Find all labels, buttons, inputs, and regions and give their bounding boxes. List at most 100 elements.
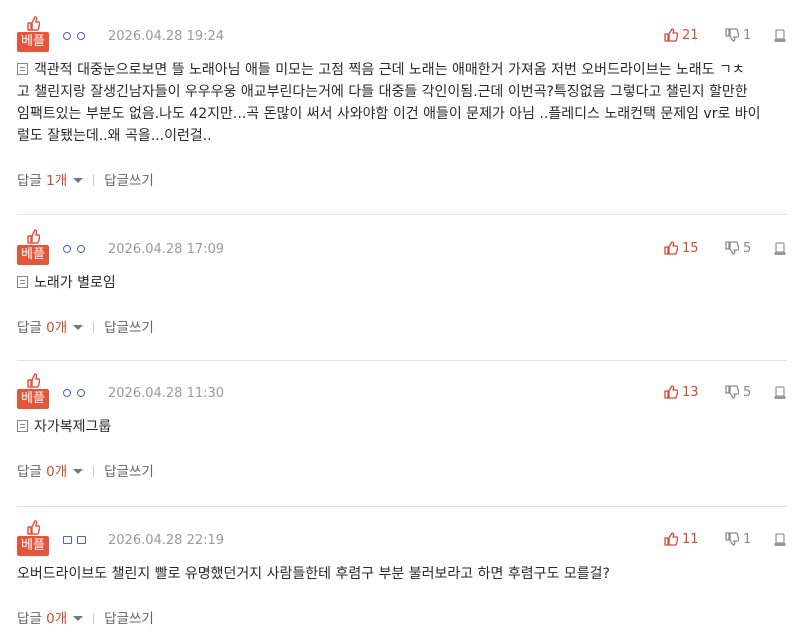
comment-line: 자가복제그룹 [17,416,787,438]
comment-line: 객관적 대중눈으로보면 뜰 노래아님 애들 미모는 고점 찍음 근데 노래는 애… [17,59,787,81]
reply-count: 1개 [46,173,68,189]
memo-icon [17,63,28,75]
reply-count: 0개 [46,320,68,336]
best-label: 베플 [17,536,49,556]
dislike-count: 1 [743,532,752,547]
thumb-up-icon [664,532,682,547]
comment-divider [17,506,787,507]
chevron-down-icon [73,178,84,183]
like-button[interactable]: 21 [664,28,699,43]
write-reply-link[interactable]: 답글쓰기 [104,464,154,480]
like-button[interactable]: 15 [664,241,699,256]
thumb-down-icon [725,241,743,256]
dislike-button[interactable]: 1 [725,28,751,43]
comment-body: 자가복제그룹 [17,416,787,438]
nick-mark-icon [77,32,85,40]
comment-header: 베플 2026.04.28 17:09 15 5 [17,228,787,272]
best-badge: 베플 [17,519,49,563]
divider [93,613,95,624]
write-reply-link[interactable]: 답글쓰기 [104,173,154,189]
chevron-down-icon [73,469,84,474]
dislike-button[interactable]: 5 [725,385,751,400]
dislike-count: 1 [743,28,752,43]
thumb-down-icon [725,28,743,43]
comment-body: 객관적 대중눈으로보면 뜰 노래아님 애들 미모는 고점 찍음 근데 노래는 애… [17,59,787,147]
comment-header: 베플 2026.04.28 22:19 11 1 [17,519,787,563]
comment-line: 럴도 잘됐는데..왜 곡을...이런걸.. [17,128,212,144]
like-count: 13 [682,385,699,400]
comment-footer: 답글 0개 답글쓰기 [17,460,154,480]
comment-date: 2026.04.28 11:30 [108,386,225,401]
nick-mark-icon [77,245,85,253]
nick-mark-icon [77,536,86,544]
like-button[interactable]: 13 [664,385,699,400]
like-count: 21 [682,28,699,43]
dislike-count: 5 [743,241,752,256]
best-label: 베플 [17,32,49,52]
comment-divider [17,214,787,215]
divider [93,175,95,186]
reply-label: 답글 [17,320,42,336]
best-thumb-icon [26,372,41,388]
reply-toggle[interactable]: 답글 0개 [17,320,84,336]
best-thumb-icon [26,519,41,535]
comment-header: 베플 2026.04.28 19:24 21 1 [17,15,787,59]
like-count: 11 [682,532,699,547]
best-label: 베플 [17,389,49,409]
best-badge: 베플 [17,15,49,59]
chevron-down-icon [73,616,84,621]
nickname-mask[interactable] [63,534,89,548]
best-thumb-icon [26,15,41,31]
nick-mark-icon [63,245,71,253]
memo-icon [17,420,28,432]
thumb-up-icon [664,28,682,43]
reply-label: 답글 [17,611,42,627]
write-reply-link[interactable]: 답글쓰기 [104,320,154,336]
comment-date: 2026.04.28 22:19 [108,533,225,548]
reply-toggle[interactable]: 답글 0개 [17,611,84,627]
comment-footer: 답글 0개 답글쓰기 [17,607,154,627]
dislike-button[interactable]: 5 [725,241,751,256]
dislike-count: 5 [743,385,752,400]
comment-header: 베플 2026.04.28 11:30 13 5 [17,372,787,416]
report-icon[interactable] [774,385,786,399]
nick-mark-icon [63,536,72,544]
like-count: 15 [682,241,699,256]
report-icon[interactable] [774,532,786,546]
comment-line: 오버드라이브도 챌린지 빨로 유명했던거지 사람들한테 후렴구 부분 불러보라고… [17,566,610,582]
best-label: 베플 [17,245,49,265]
like-button[interactable]: 11 [664,532,699,547]
reply-toggle[interactable]: 답글 1개 [17,173,84,189]
comment-footer: 답글 0개 답글쓰기 [17,316,154,336]
divider [93,322,95,333]
comment-date: 2026.04.28 17:09 [108,242,225,257]
memo-icon [17,276,28,288]
nick-mark-icon [63,389,71,397]
reply-label: 답글 [17,173,42,189]
thumb-down-icon [725,532,743,547]
comment-line: 고 챌린지랑 잘생긴남자들이 우우우웅 애교부린다는거에 다들 대중들 각인이됨… [17,84,748,100]
divider [93,466,95,477]
best-thumb-icon [26,228,41,244]
chevron-down-icon [73,325,84,330]
best-badge: 베플 [17,228,49,272]
report-icon[interactable] [774,28,786,42]
reply-count: 0개 [46,464,68,480]
dislike-button[interactable]: 1 [725,532,751,547]
write-reply-link[interactable]: 답글쓰기 [104,611,154,627]
reply-count: 0개 [46,611,68,627]
best-badge: 베플 [17,372,49,416]
nickname-mask[interactable] [63,387,89,401]
nick-mark-icon [77,389,85,397]
comment-line: 임팩트있는 부분도 없음.나도 42지만...곡 돈많이 써서 사와야함 이건 … [17,106,761,122]
reply-label: 답글 [17,464,42,480]
comment-line: 노래가 별로임 [17,272,787,294]
comment-divider [17,360,787,361]
report-icon[interactable] [774,241,786,255]
thumb-up-icon [664,385,682,400]
nickname-mask[interactable] [63,30,89,44]
comment-footer: 답글 1개 답글쓰기 [17,169,154,189]
comment-date: 2026.04.28 19:24 [108,29,225,44]
nickname-mask[interactable] [63,243,89,257]
reply-toggle[interactable]: 답글 0개 [17,464,84,480]
